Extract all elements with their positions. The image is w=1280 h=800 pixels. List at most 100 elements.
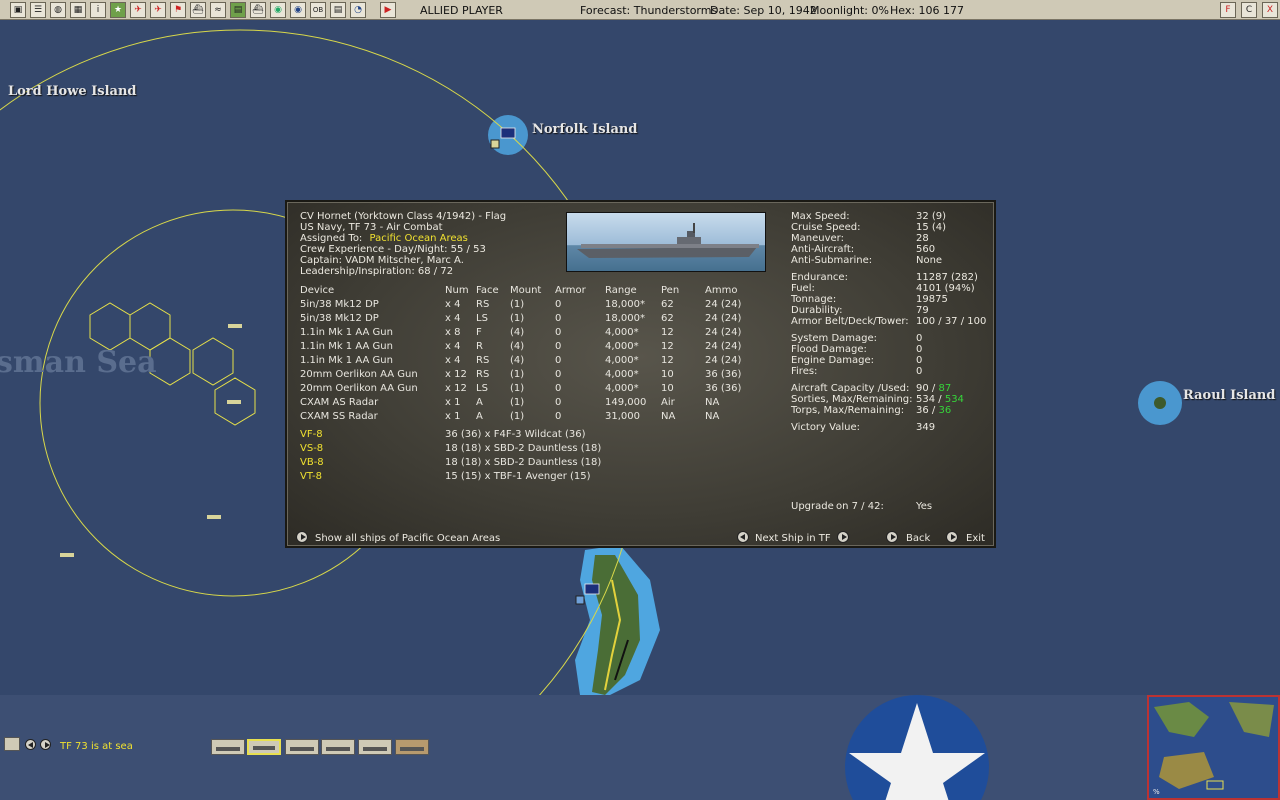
upgrade-link[interactable]: Upgrade (791, 501, 834, 512)
next-tf-button[interactable] (40, 739, 51, 750)
device-cell: 24 (24) (705, 313, 742, 324)
tf-ship-icon[interactable] (211, 739, 245, 755)
anti-aircraft-value: 560 (916, 244, 936, 255)
prev-tf-button[interactable] (25, 739, 36, 750)
aircraft-capacity-max: 90 / (916, 383, 939, 394)
assigned-link[interactable]: Pacific Ocean Areas (370, 233, 468, 244)
device-cell: 0 (555, 383, 562, 394)
victory-value: 349 (916, 422, 936, 433)
info-icon[interactable]: i (90, 2, 106, 18)
star-icon[interactable]: ★ (110, 2, 126, 18)
ship-detail-dialog: CV Hornet (Yorktown Class 4/1942) - Flag… (285, 200, 996, 548)
device-cell: Air (661, 397, 675, 408)
air-group-link[interactable]: VS-8 (300, 443, 323, 454)
device-cell: F (476, 327, 482, 338)
device-name[interactable]: 20mm Oerlikon AA Gun (300, 369, 418, 380)
game-screen: ▣ ☰ ◍ ▦ i ★ ✈ ✈ ⚑ ⛴ ≈ ▤ ⛴ ◉ ◉ OB ▤ ◔ ▶ A… (0, 0, 1280, 800)
back-icon[interactable] (886, 531, 898, 543)
device-cell: 0 (555, 369, 562, 380)
tf-ship-icon[interactable] (395, 739, 429, 755)
device-name[interactable]: 20mm Oerlikon AA Gun (300, 383, 418, 394)
tf-status: TF 73 is at sea (60, 741, 133, 752)
device-cell: 12 (661, 355, 674, 366)
back-button[interactable]: Back (906, 533, 930, 544)
play-icon[interactable]: ▶ (380, 2, 396, 18)
weather-icon[interactable]: ◔ (350, 2, 366, 18)
tf-ship-icon[interactable] (285, 739, 319, 755)
device-cell: 10 (661, 383, 674, 394)
max-speed-label: Max Speed: (791, 211, 850, 222)
device-cell: x 8 (445, 327, 461, 338)
device-cell: RS (476, 369, 490, 380)
device-cell: 4,000* (605, 355, 639, 366)
document-icon[interactable]: ☰ (30, 2, 46, 18)
air-group-link[interactable]: VF-8 (300, 429, 323, 440)
device-name[interactable]: 1.1in Mk 1 AA Gun (300, 327, 393, 338)
device-header-armor: Armor (555, 285, 586, 296)
device-cell: 62 (661, 313, 674, 324)
sea-label: sman Sea (0, 345, 157, 380)
max-speed-value: 32 (9) (916, 211, 947, 222)
show-all-button[interactable] (296, 531, 308, 543)
device-cell: x 4 (445, 355, 461, 366)
device-cell: 31,000 (605, 411, 640, 422)
plane-icon[interactable]: ✈ (130, 2, 146, 18)
device-name[interactable]: 5in/38 Mk12 DP (300, 299, 379, 310)
world-icon[interactable]: ◉ (270, 2, 286, 18)
device-name[interactable]: 5in/38 Mk12 DP (300, 313, 379, 324)
air-group-link[interactable]: VB-8 (300, 457, 324, 468)
device-cell: NA (661, 411, 676, 422)
globe-icon[interactable]: ◉ (290, 2, 306, 18)
show-all-label[interactable]: Show all ships of Pacific Ocean Areas (315, 533, 500, 544)
engine-damage-label: Engine Damage: (791, 355, 875, 366)
device-cell: 0 (555, 355, 562, 366)
close-button[interactable]: X (1262, 2, 1278, 18)
prev-ship-button[interactable] (737, 531, 749, 543)
device-cell: LS (476, 383, 488, 394)
ship-picture (566, 212, 766, 272)
exit-button[interactable]: Exit (966, 533, 985, 544)
exit-icon[interactable] (946, 531, 958, 543)
crew-experience: Crew Experience - Day/Night: 55 / 53 (300, 244, 486, 255)
next-ship-button[interactable] (837, 531, 849, 543)
c-button[interactable]: C (1241, 2, 1257, 18)
device-name[interactable]: CXAM AS Radar (300, 397, 378, 408)
anti-sub-value: None (916, 255, 943, 266)
leadership: Leadership/Inspiration: 68 / 72 (300, 266, 454, 277)
tf-icon[interactable] (4, 737, 20, 751)
save-icon[interactable]: ▣ (10, 2, 26, 18)
fleet-icon[interactable]: ⛴ (250, 2, 266, 18)
device-name[interactable]: 1.1in Mk 1 AA Gun (300, 355, 393, 366)
minimap[interactable]: % (1147, 695, 1280, 800)
tonnage-value: 19875 (916, 294, 948, 305)
grid-icon[interactable]: ▦ (70, 2, 86, 18)
device-cell: 36 (36) (705, 369, 742, 380)
tf-ship-icon[interactable] (358, 739, 392, 755)
air-group-desc: 18 (18) x SBD-2 Dauntless (18) (445, 457, 602, 468)
raoul-island-land (1154, 397, 1166, 409)
captain-link[interactable]: Captain: VADM Mitscher, Marc A. (300, 255, 464, 266)
device-name[interactable]: CXAM SS Radar (300, 411, 378, 422)
path-icon[interactable]: ≈ (210, 2, 226, 18)
device-header-pen: Pen (661, 285, 680, 296)
device-cell: x 4 (445, 313, 461, 324)
device-cell: (1) (510, 369, 525, 380)
map-icon[interactable]: ▤ (230, 2, 246, 18)
device-cell: 24 (24) (705, 299, 742, 310)
device-name[interactable]: 1.1in Mk 1 AA Gun (300, 341, 393, 352)
tf-ship-icon-selected[interactable] (247, 739, 281, 755)
list-icon[interactable]: ▤ (330, 2, 346, 18)
air-group-desc: 15 (15) x TBF-1 Avenger (15) (445, 471, 591, 482)
flag-icon[interactable]: ⚑ (170, 2, 186, 18)
order-of-battle-icon[interactable]: OB (310, 2, 326, 18)
flag-button[interactable]: F (1220, 2, 1236, 18)
globe-icon[interactable]: ◍ (50, 2, 66, 18)
device-header-num: Num (445, 285, 469, 296)
air-group-link[interactable]: VT-8 (300, 471, 322, 482)
tf-ship-icon[interactable] (321, 739, 355, 755)
ship-icon[interactable]: ⛴ (190, 2, 206, 18)
device-cell: 0 (555, 299, 562, 310)
plane-icon[interactable]: ✈ (150, 2, 166, 18)
fuel-value: 4101 (94%) (916, 283, 975, 294)
device-header-face: Face (476, 285, 499, 296)
